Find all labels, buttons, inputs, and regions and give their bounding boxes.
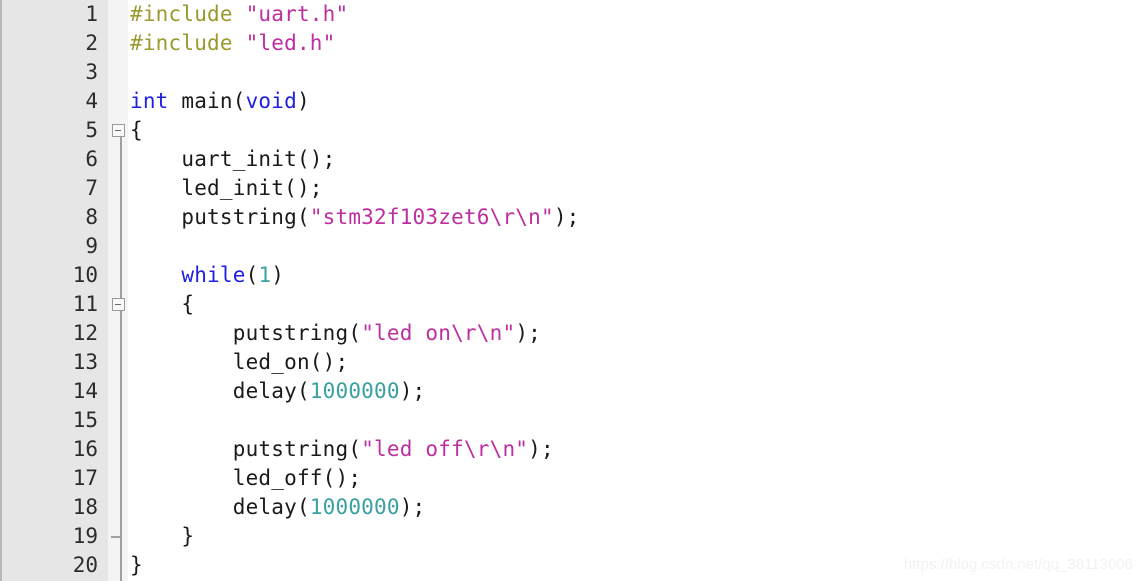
line-number: 12 — [72, 321, 98, 345]
code-line[interactable]: 5{ — [0, 116, 1141, 145]
code-text[interactable]: putstring("led on\r\n"); — [130, 319, 541, 348]
line-number: 15 — [72, 408, 98, 432]
token-pln: ); — [515, 321, 541, 345]
token-pln: ) — [296, 89, 310, 113]
token-str: "led.h" — [245, 31, 336, 55]
token-pln: putstring( — [130, 437, 362, 461]
token-pln: led_init(); — [130, 176, 323, 200]
token-pln: } — [130, 524, 195, 548]
line-number: 13 — [72, 350, 98, 374]
code-text[interactable]: delay(1000000); — [130, 377, 425, 406]
token-pln: ); — [553, 205, 580, 229]
code-line[interactable]: 11 { — [0, 290, 1141, 319]
code-line[interactable]: 14 delay(1000000); — [0, 377, 1141, 406]
code-text[interactable]: led_on(); — [130, 348, 348, 377]
line-number: 18 — [72, 495, 98, 519]
line-number: 19 — [72, 524, 98, 548]
token-pln: ); — [528, 437, 554, 461]
token-pln: delay( — [130, 495, 310, 519]
token-pre: #include — [130, 31, 246, 55]
code-line[interactable]: 3 — [0, 58, 1141, 87]
code-line[interactable]: 15 — [0, 406, 1141, 435]
token-pln: putstring( — [130, 205, 310, 229]
token-kw: int — [130, 89, 169, 113]
token-str: "led on\r\n" — [361, 321, 516, 345]
line-number: 10 — [72, 263, 98, 287]
code-line[interactable]: 17 led_off(); — [0, 464, 1141, 493]
line-number: 11 — [72, 292, 98, 316]
code-text[interactable]: uart_init(); — [130, 145, 336, 174]
code-text[interactable]: led_off(); — [130, 464, 361, 493]
token-pln: putstring( — [130, 321, 362, 345]
token-pln: { — [130, 292, 195, 316]
token-pln: ); — [399, 495, 426, 519]
token-str: "uart.h" — [245, 2, 349, 26]
line-number: 17 — [72, 466, 98, 490]
code-line[interactable]: 18 delay(1000000); — [0, 493, 1141, 522]
code-line[interactable]: 8 putstring("stm32f103zet6\r\n"); — [0, 203, 1141, 232]
code-text[interactable]: led_init(); — [130, 174, 323, 203]
watermark-text: https://blog.csdn.net/qq_38113006 — [903, 556, 1133, 573]
line-number: 8 — [85, 205, 98, 229]
line-number: 16 — [72, 437, 98, 461]
code-line[interactable]: 7 led_init(); — [0, 174, 1141, 203]
token-kw: while — [181, 263, 246, 287]
token-pre: #include — [130, 2, 246, 26]
line-number: 2 — [85, 31, 98, 55]
token-pln: led_on(); — [130, 350, 349, 374]
line-number: 3 — [85, 60, 98, 84]
token-pln: } — [130, 553, 143, 577]
token-num: 1000000 — [309, 379, 400, 403]
line-number: 20 — [72, 553, 98, 577]
code-line[interactable]: 2 #include "led.h" — [0, 29, 1141, 58]
code-line[interactable]: 4 int main(void) — [0, 87, 1141, 116]
code-line[interactable]: 16 putstring("led off\r\n"); — [0, 435, 1141, 464]
code-text[interactable]: #include "led.h" — [130, 29, 336, 58]
line-number: 5 — [85, 118, 98, 142]
token-str: "stm32f103zet6\r\n" — [309, 205, 554, 229]
code-text[interactable]: while(1) — [130, 261, 284, 290]
token-num: 1000000 — [309, 495, 400, 519]
token-num: 1 — [258, 263, 272, 287]
code-line[interactable]: 6 uart_init(); — [0, 145, 1141, 174]
token-kw: void — [245, 89, 297, 113]
line-number: 14 — [72, 379, 98, 403]
fold-collapse-icon[interactable] — [112, 298, 125, 311]
line-number: 7 — [85, 176, 98, 200]
token-pln: uart_init(); — [130, 147, 336, 171]
token-pln — [130, 263, 181, 287]
token-pln: ); — [399, 379, 426, 403]
code-line[interactable]: 9 — [0, 232, 1141, 261]
token-pln: delay( — [130, 379, 310, 403]
code-text[interactable]: } — [130, 551, 143, 580]
code-text[interactable]: #include "uart.h" — [130, 0, 348, 29]
code-text[interactable]: { — [130, 290, 194, 319]
fold-collapse-icon[interactable] — [112, 124, 125, 137]
code-text[interactable]: } — [130, 522, 194, 551]
code-text[interactable]: delay(1000000); — [130, 493, 425, 522]
token-pln: main( — [168, 89, 246, 113]
code-line[interactable]: 13 led_on(); — [0, 348, 1141, 377]
code-text[interactable]: putstring("stm32f103zet6\r\n"); — [130, 203, 580, 232]
code-line[interactable]: 1 #include "uart.h" — [0, 0, 1141, 29]
token-pln: ( — [245, 263, 259, 287]
fold-guide-line — [120, 136, 122, 581]
line-number: 1 — [85, 2, 98, 26]
code-text[interactable]: putstring("led off\r\n"); — [130, 435, 554, 464]
code-editor[interactable]: 1 #include "uart.h" 2 #include "led.h" 3 4 int… — [0, 0, 1141, 581]
line-number: 6 — [85, 147, 98, 171]
code-lines[interactable]: 1 #include "uart.h" 2 #include "led.h" 3 4 int… — [0, 0, 1141, 581]
token-pln: ) — [271, 263, 285, 287]
line-number: 4 — [85, 89, 98, 113]
token-pln: led_off(); — [130, 466, 362, 490]
code-line[interactable]: 12 putstring("led on\r\n"); — [0, 319, 1141, 348]
code-line[interactable]: 19 } — [0, 522, 1141, 551]
code-text[interactable]: { — [130, 116, 143, 145]
line-number: 9 — [85, 234, 98, 258]
code-line[interactable]: 10 while(1) — [0, 261, 1141, 290]
fold-region-end-icon — [111, 536, 122, 538]
token-str: "led off\r\n" — [361, 437, 529, 461]
token-pln: { — [130, 118, 143, 142]
code-text[interactable]: int main(void) — [130, 87, 310, 116]
